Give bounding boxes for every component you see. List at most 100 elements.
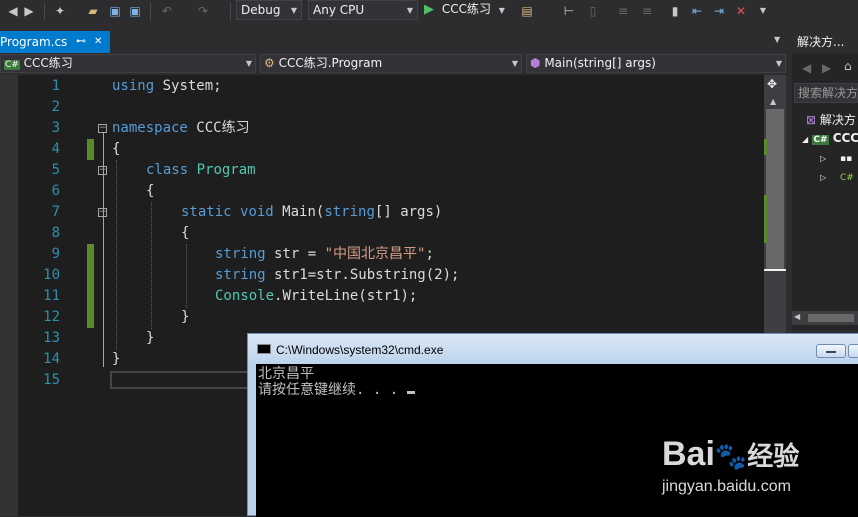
line-number: 7 — [51, 204, 60, 220]
configuration-dropdown[interactable]: Debug ▼ — [236, 0, 302, 20]
scroll-up-icon[interactable]: ▲ — [770, 97, 776, 106]
code-line: { — [181, 223, 189, 244]
search-solution-input[interactable]: 搜索解决方 — [794, 83, 858, 103]
indent-guide — [116, 160, 117, 350]
line-number: 5 — [51, 162, 60, 178]
scroll-left-icon[interactable]: ◀ — [794, 312, 800, 321]
console-title-bar[interactable]: C:\Windows\system32\cmd.exe — [248, 334, 858, 364]
fold-guide — [103, 133, 104, 367]
tree-item-file[interactable]: ▷ C# — [820, 167, 858, 185]
prev-bookmark-icon[interactable]: ⇤ — [690, 4, 704, 18]
chevron-down-icon: ▼ — [406, 6, 413, 15]
uncomment-icon[interactable]: ≡ — [640, 4, 654, 18]
code-text: { — [146, 183, 155, 199]
line-number: 2 — [51, 99, 60, 115]
start-debugging-button[interactable]: ▶ CCC练习 ▼ — [424, 0, 514, 20]
main-toolbar: ◀ ▶ ✦ ▰ ▣ ▣ ↶ ↷ Debug ▼ Any CPU ▼ ▶ CCC练… — [0, 0, 790, 24]
forward-icon[interactable]: ▶ — [822, 61, 831, 75]
class-icon: ⚙ — [264, 56, 275, 70]
home-icon[interactable]: ⌂ — [844, 59, 852, 73]
close-icon[interactable]: ✕ — [94, 31, 102, 53]
chevron-right-icon[interactable]: ▷ — [820, 154, 826, 163]
code-text: { — [181, 225, 190, 241]
platform-dropdown[interactable]: Any CPU ▼ — [308, 0, 418, 20]
chevron-down-icon: ▼ — [245, 59, 252, 68]
open-file-icon[interactable]: ▰ — [86, 4, 100, 18]
clear-bookmarks-icon[interactable]: ✕ — [734, 4, 748, 18]
scrollbar-thumb[interactable] — [766, 109, 784, 269]
code-line: namespace CCC练习 — [112, 118, 250, 139]
panel-horizontal-scrollbar[interactable]: ◀ — [792, 311, 858, 325]
tab-filename: Program.cs — [0, 35, 68, 49]
class-name: CCC练习.Program — [278, 56, 383, 70]
minimize-button[interactable] — [816, 344, 846, 358]
console-output[interactable]: 北京昌平 请按任意键继续. . . Bai🐾经验 jingyan.baidu.c… — [256, 364, 858, 517]
project-dropdown[interactable]: C# CCC练习 ▼ — [0, 54, 256, 73]
class-dropdown[interactable]: ⚙ CCC练习.Program ▼ — [260, 54, 522, 73]
undo-icon[interactable]: ↶ — [160, 4, 174, 18]
code-line: using System; — [112, 76, 222, 97]
tree-item-properties[interactable]: ▷ ▪▪ — [820, 148, 858, 166]
code-text: .WriteLine(str1); — [274, 288, 418, 304]
chevron-right-icon[interactable]: ▷ — [820, 173, 826, 182]
solution-icon: ⊠ — [806, 113, 817, 127]
save-all-icon[interactable]: ▣ — [128, 4, 142, 18]
scrollbar-thumb[interactable] — [808, 314, 854, 322]
code-line: string str = "中国北京昌平"; — [215, 244, 434, 265]
chevron-down-icon: ▼ — [511, 59, 518, 68]
comment-icon[interactable]: ≡ — [616, 4, 630, 18]
bookmark-icon[interactable]: ▮ — [668, 4, 682, 18]
solution-explorer-panel: 解决方... ◀ ▶ ⌂ 搜索解决方 ⊠ 解决方 ◢ C# CCC ▷ ▪▪ ▷… — [792, 31, 858, 331]
line-number: 11 — [43, 288, 60, 304]
keyword: string — [324, 204, 375, 220]
split-icon[interactable]: ✥ — [767, 77, 777, 91]
watermark-url: jingyan.baidu.com — [662, 478, 791, 495]
next-bookmark-icon[interactable]: ⇥ — [712, 4, 726, 18]
console-window[interactable]: C:\Windows\system32\cmd.exe 北京昌平 请按任意键继续… — [247, 333, 858, 517]
back-icon[interactable]: ◀ — [802, 61, 811, 75]
tree-item-project[interactable]: ◢ C# CCC — [802, 129, 858, 147]
tab-program-cs[interactable]: Program.cs ⊷ ✕ — [0, 31, 110, 53]
code-line: { — [112, 139, 120, 160]
keyword: void — [240, 204, 274, 220]
step-icon[interactable]: ⊢ — [562, 4, 576, 18]
new-project-icon[interactable]: ✦ — [53, 4, 67, 18]
find-in-files-icon[interactable]: ▤ — [520, 4, 534, 18]
forward-icon[interactable]: ▶ — [22, 4, 36, 18]
expand-icon[interactable]: ◢ — [802, 135, 808, 144]
keyword: class — [146, 162, 189, 178]
code-line: static void Main(string[] args) — [181, 202, 442, 223]
code-line: } — [181, 307, 189, 328]
console-line: 北京昌平 — [258, 366, 314, 382]
code-line: } — [112, 349, 120, 370]
code-line: { — [146, 181, 154, 202]
redo-icon[interactable]: ↷ — [196, 4, 210, 18]
toggle-icon[interactable]: ▯ — [586, 4, 600, 18]
back-icon[interactable]: ◀ — [6, 4, 20, 18]
toolbar-separator — [44, 3, 45, 20]
tab-list-dropdown-icon[interactable]: ▼ — [774, 35, 780, 44]
paw-icon: 🐾 — [714, 441, 748, 471]
navigation-bar: C# CCC练习 ▼ ⚙ CCC练习.Program ▼ ⬢ Main(stri… — [0, 53, 790, 75]
tree-item-label: 解决方 — [819, 113, 856, 127]
toolbar-overflow-icon[interactable]: ▼ — [756, 4, 770, 18]
code-line: class Program — [146, 160, 256, 181]
pin-icon[interactable]: ⊷ — [76, 31, 86, 53]
member-dropdown[interactable]: ⬢ Main(string[] args) ▼ — [526, 54, 786, 73]
maximize-button[interactable] — [848, 344, 858, 358]
line-number: 15 — [43, 372, 60, 388]
collapse-icon[interactable]: − — [98, 124, 107, 133]
toolbar-separator — [230, 3, 231, 20]
tree-item-solution[interactable]: ⊠ 解决方 — [806, 111, 858, 129]
keyword: string — [215, 246, 266, 262]
code-text: str1=str.Substring(2); — [265, 267, 460, 283]
line-number: 14 — [43, 351, 60, 367]
line-number: 1 — [51, 78, 60, 94]
project-name: CCC练习 — [23, 56, 73, 70]
code-text: str = — [265, 246, 325, 262]
configuration-value: Debug — [241, 3, 281, 17]
save-icon[interactable]: ▣ — [108, 4, 122, 18]
csharp-file-icon: C# — [839, 173, 854, 183]
chevron-down-icon: ▼ — [498, 6, 505, 15]
line-number: 6 — [51, 183, 60, 199]
